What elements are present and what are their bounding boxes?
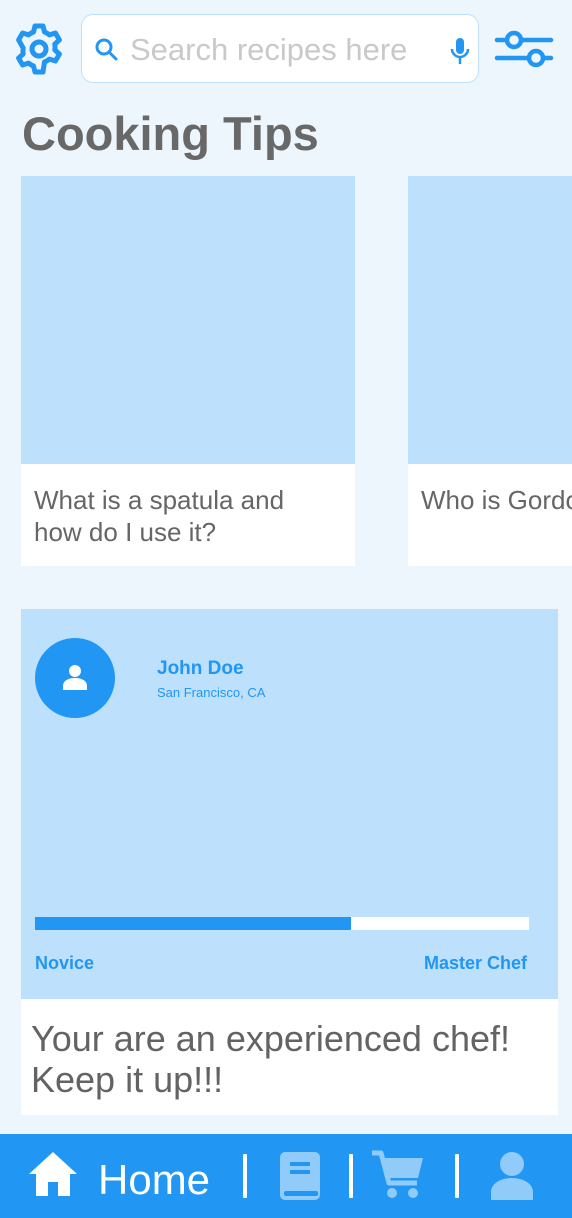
cart-icon[interactable] xyxy=(372,1150,424,1200)
user-icon[interactable] xyxy=(491,1152,533,1200)
level-max-label: Master Chef xyxy=(423,953,527,973)
avatar[interactable] xyxy=(35,638,115,718)
encouragement-box: Your are an experienced chef! Keep it up… xyxy=(21,999,558,1115)
book-icon[interactable] xyxy=(280,1152,320,1200)
bottom-nav: Home xyxy=(0,1134,572,1218)
skill-progress-bar xyxy=(35,917,529,930)
tip-image-placeholder xyxy=(408,176,572,464)
level-min-label: Novice xyxy=(35,953,95,973)
search-placeholder: Search recipes here xyxy=(130,32,408,67)
profile-card: John Doe San Francisco, CA Novice Master… xyxy=(21,609,558,999)
encouragement-message: Your are an experienced chef! Keep it up… xyxy=(31,1018,511,1100)
nav-divider xyxy=(349,1154,353,1198)
tip-image-placeholder xyxy=(21,176,355,464)
microphone-icon[interactable] xyxy=(450,37,470,65)
settings-gear-icon[interactable] xyxy=(12,22,66,76)
search-icon xyxy=(95,38,118,61)
tip-caption: Who is Gordon Ramsay? xyxy=(421,485,572,515)
tip-caption: What is a spatula and how do I use it? xyxy=(34,485,285,547)
home-icon xyxy=(29,1152,77,1196)
skill-progress-fill xyxy=(35,917,352,930)
tip-card[interactable]: What is a spatula and how do I use it? xyxy=(21,176,355,566)
search-input[interactable]: Search recipes here xyxy=(81,14,479,83)
tip-card[interactable]: Who is Gordon Ramsay? xyxy=(408,176,572,566)
profile-location: San Francisco, CA xyxy=(157,685,266,700)
nav-divider xyxy=(455,1154,459,1198)
filter-sliders-icon[interactable] xyxy=(494,26,554,72)
page-title: Cooking Tips xyxy=(22,107,319,160)
profile-name: John Doe xyxy=(157,658,244,679)
user-icon xyxy=(63,665,87,690)
nav-home-label: Home xyxy=(98,1156,211,1203)
nav-divider xyxy=(243,1154,247,1198)
